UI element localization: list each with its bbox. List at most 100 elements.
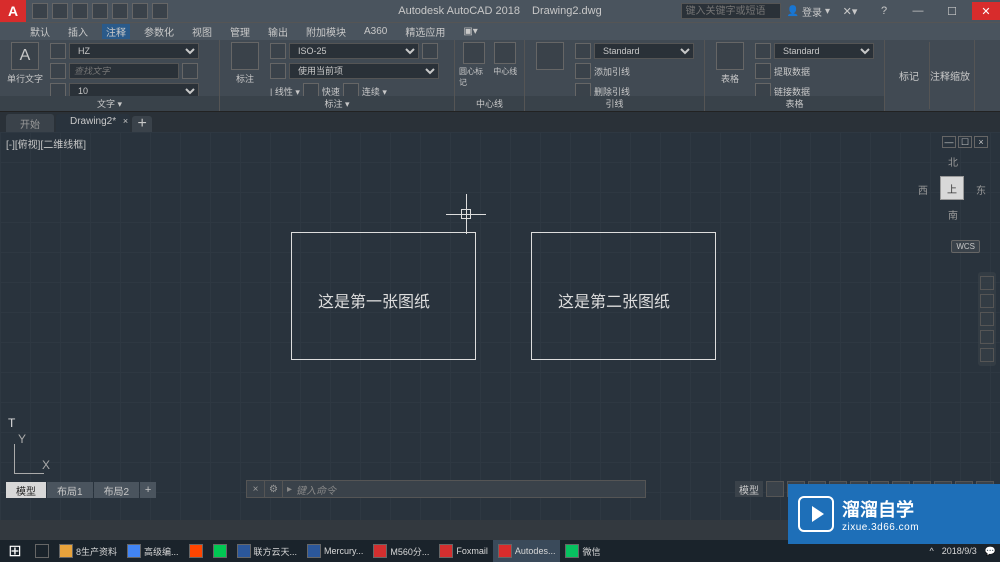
leader-button[interactable] xyxy=(529,42,571,70)
drawing-text-2[interactable]: 这是第二张图纸 xyxy=(558,288,670,312)
tab-view[interactable]: 视图 xyxy=(188,24,216,39)
extract-data-icon[interactable] xyxy=(755,63,771,79)
minimize-button[interactable]: — xyxy=(904,2,932,20)
table-button[interactable]: 表格 xyxy=(709,42,751,85)
tb-item-2[interactable] xyxy=(184,540,208,562)
drawing-text-1[interactable]: 这是第一张图纸 xyxy=(318,288,430,312)
tray-date[interactable]: 2018/9/3 xyxy=(938,546,981,556)
tab-default[interactable]: 默认 xyxy=(26,24,54,39)
tb-item-6[interactable]: M560分... xyxy=(368,540,434,562)
find-text-input[interactable] xyxy=(69,63,179,79)
table-style-icon[interactable] xyxy=(755,43,771,59)
close-button[interactable]: ✕ xyxy=(972,2,1000,20)
view-cube[interactable]: 北 南 东 西 上 xyxy=(922,158,982,218)
sb-model-button[interactable]: 模型 xyxy=(735,481,763,497)
nav-showmotion-icon[interactable] xyxy=(980,348,994,362)
tb-item-4[interactable]: 联方云天... xyxy=(232,540,303,562)
dimension-button[interactable]: 标注 xyxy=(224,42,266,85)
vp-max-icon[interactable]: ☐ xyxy=(958,136,972,148)
doctab-drawing2[interactable]: Drawing2* × xyxy=(56,114,130,132)
leader-style-select[interactable]: Standard xyxy=(594,43,694,59)
qat-undo-icon[interactable] xyxy=(132,3,148,19)
help-button[interactable]: ? xyxy=(870,2,898,20)
tab-addins[interactable]: 附加模块 xyxy=(302,24,350,39)
qat-redo-icon[interactable] xyxy=(152,3,168,19)
add-leader-btn[interactable]: 添加引线 xyxy=(594,65,630,78)
markup-panel-btn[interactable]: 标记 xyxy=(899,68,919,83)
drawing-area[interactable]: [-][俯视][二维线框] — ☐ × 这是第一张图纸 这是第二张图纸 T Y … xyxy=(0,132,1000,520)
tb-item-8[interactable]: Autodes... xyxy=(493,540,561,562)
user-menu[interactable]: 👤 登录 ▾ xyxy=(787,4,830,19)
panel-leader-label[interactable]: 引线 xyxy=(525,96,704,111)
layout-add-button[interactable]: + xyxy=(140,482,156,498)
nav-pan-icon[interactable] xyxy=(980,294,994,308)
search-input[interactable] xyxy=(681,3,781,19)
tab-expand-icon[interactable]: ▣▾ xyxy=(459,26,481,37)
centerline-button[interactable]: 中心线 xyxy=(491,42,521,77)
tab-output[interactable]: 输出 xyxy=(264,24,292,39)
tray-notif-icon[interactable]: 💬 xyxy=(981,546,1000,557)
start-button[interactable]: ⊞ xyxy=(0,540,30,562)
viewcube-south[interactable]: 南 xyxy=(948,207,958,222)
dim-layer-select[interactable]: 使用当前项 xyxy=(289,63,439,79)
qat-saveas-icon[interactable] xyxy=(92,3,108,19)
panel-text-label[interactable]: 文字 ▾ xyxy=(0,96,219,111)
dim-layer-icon[interactable] xyxy=(270,63,286,79)
viewcube-east[interactable]: 东 xyxy=(976,182,986,197)
viewcube-north[interactable]: 北 xyxy=(948,154,958,169)
nav-orbit-icon[interactable] xyxy=(980,330,994,344)
tab-annotate[interactable]: 注释 xyxy=(102,24,130,39)
panel-dimension-label[interactable]: 标注 ▾ xyxy=(220,96,454,111)
tb-item-0[interactable]: 8生产资料 xyxy=(54,540,122,562)
command-line[interactable]: × ⚙ ▸ 键入命令 xyxy=(246,480,646,498)
maximize-button[interactable]: ☐ xyxy=(938,2,966,20)
tb-cortana[interactable] xyxy=(30,540,54,562)
tab-model[interactable]: 模型 xyxy=(6,482,46,498)
exchange-icon[interactable]: ✕▾ xyxy=(836,2,864,20)
doctab-start[interactable]: 开始 xyxy=(6,114,54,132)
viewcube-top-face[interactable]: 上 xyxy=(940,176,964,200)
sb-grid-icon[interactable] xyxy=(766,481,784,497)
view-label[interactable]: [-][俯视][二维线框] xyxy=(6,136,86,151)
table-style-select[interactable]: Standard xyxy=(774,43,874,59)
nav-zoom-icon[interactable] xyxy=(980,312,994,326)
dim-update-icon[interactable] xyxy=(422,43,438,59)
single-line-text-button[interactable]: A 单行文字 xyxy=(4,42,46,85)
doctab-add-button[interactable]: + xyxy=(132,116,152,132)
tab-manage[interactable]: 管理 xyxy=(226,24,254,39)
font-select[interactable]: HZ xyxy=(69,43,199,59)
tab-parametric[interactable]: 参数化 xyxy=(140,24,178,39)
centermark-button[interactable]: 圆心标记 xyxy=(459,42,489,88)
tb-item-9[interactable]: 微信 xyxy=(560,540,605,562)
wcs-badge[interactable]: WCS xyxy=(951,240,980,253)
tb-item-7[interactable]: Foxmail xyxy=(434,540,493,562)
find-action-icon[interactable] xyxy=(182,63,198,79)
app-logo[interactable]: A xyxy=(0,0,26,22)
tab-layout2[interactable]: 布局2 xyxy=(94,482,140,498)
tb-item-3[interactable] xyxy=(208,540,232,562)
tab-featured[interactable]: 精选应用 xyxy=(401,24,449,39)
vp-min-icon[interactable]: — xyxy=(942,136,956,148)
vp-close-icon[interactable]: × xyxy=(974,136,988,148)
tab-layout1[interactable]: 布局1 xyxy=(47,482,93,498)
checkmark-icon[interactable] xyxy=(50,43,66,59)
panel-table-label[interactable]: 表格 xyxy=(705,96,884,111)
qat-open-icon[interactable] xyxy=(52,3,68,19)
tb-item-1[interactable]: 高级编... xyxy=(122,540,184,562)
qat-save-icon[interactable] xyxy=(72,3,88,19)
qat-plot-icon[interactable] xyxy=(112,3,128,19)
panel-centerline-label[interactable]: 中心线 xyxy=(455,96,524,111)
add-leader-icon[interactable] xyxy=(575,63,591,79)
viewcube-west[interactable]: 西 xyxy=(918,182,928,197)
tab-a360[interactable]: A360 xyxy=(360,26,391,37)
tab-insert[interactable]: 插入 xyxy=(64,24,92,39)
anno-scale-panel-btn[interactable]: 注释缩放 xyxy=(930,68,970,83)
find-icon[interactable] xyxy=(50,63,66,79)
tray-chevron-icon[interactable]: ^ xyxy=(926,546,938,556)
doctab-close-icon[interactable]: × xyxy=(123,116,128,126)
dim-style-select[interactable]: ISO-25 xyxy=(289,43,419,59)
nav-wheel-icon[interactable] xyxy=(980,276,994,290)
cmd-options-icon[interactable]: ⚙ xyxy=(265,481,283,497)
qat-new-icon[interactable] xyxy=(32,3,48,19)
cmd-close-icon[interactable]: × xyxy=(247,481,265,497)
